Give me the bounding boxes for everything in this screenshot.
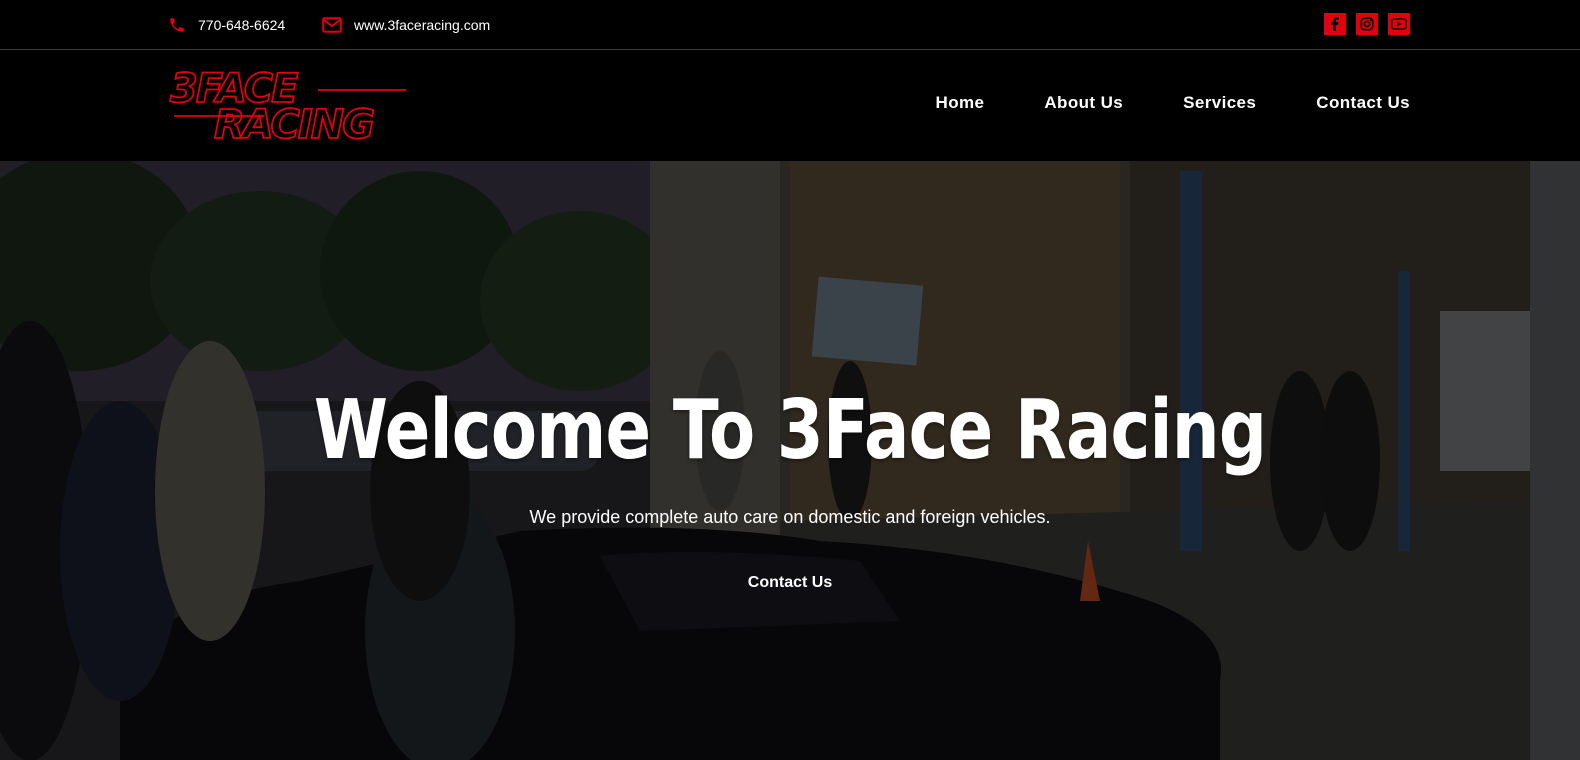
envelope-icon	[322, 17, 342, 33]
site-header: 3FACE RACING Home About Us Services Cont…	[0, 51, 1580, 161]
phone-icon	[168, 16, 186, 34]
hero-content: Welcome To 3Face Racing We provide compl…	[0, 161, 1580, 760]
nav-contact-us[interactable]: Contact Us	[1316, 93, 1410, 113]
social-links	[1324, 13, 1410, 35]
youtube-icon[interactable]	[1388, 13, 1410, 35]
logo[interactable]: 3FACE RACING	[168, 65, 410, 149]
phone-link[interactable]: 770-648-6624	[168, 14, 285, 36]
instagram-icon[interactable]	[1356, 13, 1378, 35]
nav-home[interactable]: Home	[936, 93, 985, 113]
main-nav: Home About Us Services Contact Us	[936, 93, 1410, 113]
nav-services[interactable]: Services	[1183, 93, 1256, 113]
contact-us-button[interactable]: Contact Us	[720, 563, 860, 603]
email-link[interactable]: www.3faceracing.com	[322, 14, 490, 36]
facebook-icon[interactable]	[1324, 13, 1346, 35]
hero-title: Welcome To 3Face Racing	[313, 383, 1267, 478]
top-bar: 770-648-6624 www.3faceracing.com	[0, 0, 1580, 50]
nav-about-us[interactable]: About Us	[1044, 93, 1123, 113]
hero-section: Welcome To 3Face Racing We provide compl…	[0, 161, 1580, 760]
website-address: www.3faceracing.com	[354, 17, 491, 33]
phone-number: 770-648-6624	[198, 17, 286, 33]
logo-line2: RACING	[214, 102, 374, 143]
hero-subtitle: We provide complete auto care on domesti…	[529, 507, 1051, 527]
